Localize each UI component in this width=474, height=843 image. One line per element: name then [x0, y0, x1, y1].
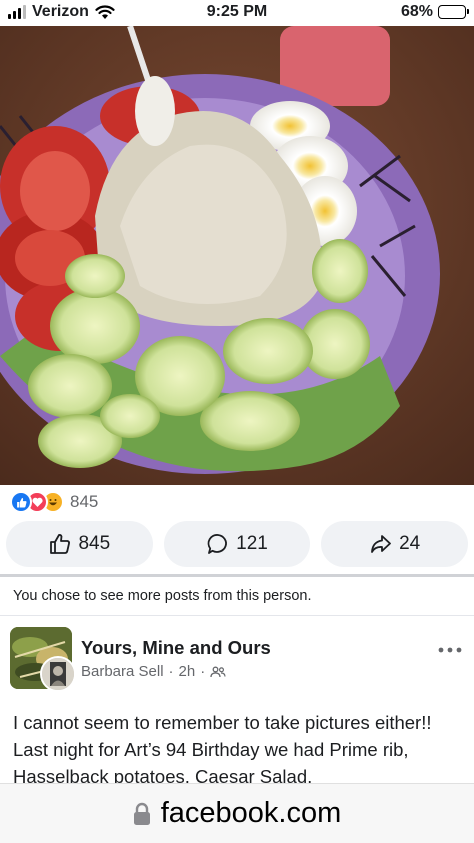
user-avatar[interactable] — [40, 656, 76, 692]
like-button[interactable]: 845 — [6, 521, 153, 567]
meta-separator-2: · — [200, 663, 206, 680]
group-name-link[interactable]: Yours, Mine and Ours — [81, 637, 271, 659]
status-right: 68% — [400, 3, 469, 21]
reaction-count: 845 — [70, 492, 99, 511]
more-icon — [438, 647, 462, 653]
post-body-text: I cannot seem to remember to take pictur… — [13, 712, 432, 787]
post-divider — [0, 574, 474, 577]
lock-icon — [133, 802, 150, 825]
post-actions: 845 121 24 — [6, 521, 469, 567]
comment-icon — [207, 534, 228, 554]
url-domain: facebook.com — [160, 797, 342, 829]
more-options-button[interactable] — [438, 640, 462, 654]
share-count: 24 — [399, 533, 421, 554]
notice-divider — [0, 615, 474, 616]
share-icon — [371, 535, 392, 553]
browser-url-bar[interactable]: facebook.com — [0, 783, 474, 843]
meta-separator: · — [168, 663, 174, 680]
thumbs-up-icon — [50, 534, 71, 554]
group-members-icon — [210, 666, 226, 677]
share-button[interactable]: 24 — [321, 521, 469, 567]
feed-notice: You chose to see more posts from this pe… — [13, 588, 312, 604]
reactions-summary[interactable]: 845 — [10, 490, 98, 514]
like-count: 845 — [78, 533, 111, 554]
food-photo-image — [0, 26, 474, 485]
user-avatar-image — [42, 658, 74, 690]
post-time[interactable]: 2h — [179, 663, 196, 680]
battery-icon — [438, 5, 469, 19]
status-bar: Verizon 9:25 PM 68% — [0, 0, 474, 26]
comment-button[interactable]: 121 — [163, 521, 311, 567]
author-name-link[interactable]: Barbara Sell — [81, 663, 164, 680]
post-meta: Barbara Sell · 2h · — [81, 663, 226, 680]
post-photo[interactable] — [0, 26, 474, 485]
battery-percent: 68% — [400, 3, 433, 20]
like-icon — [10, 491, 32, 513]
comment-count: 121 — [236, 533, 268, 554]
